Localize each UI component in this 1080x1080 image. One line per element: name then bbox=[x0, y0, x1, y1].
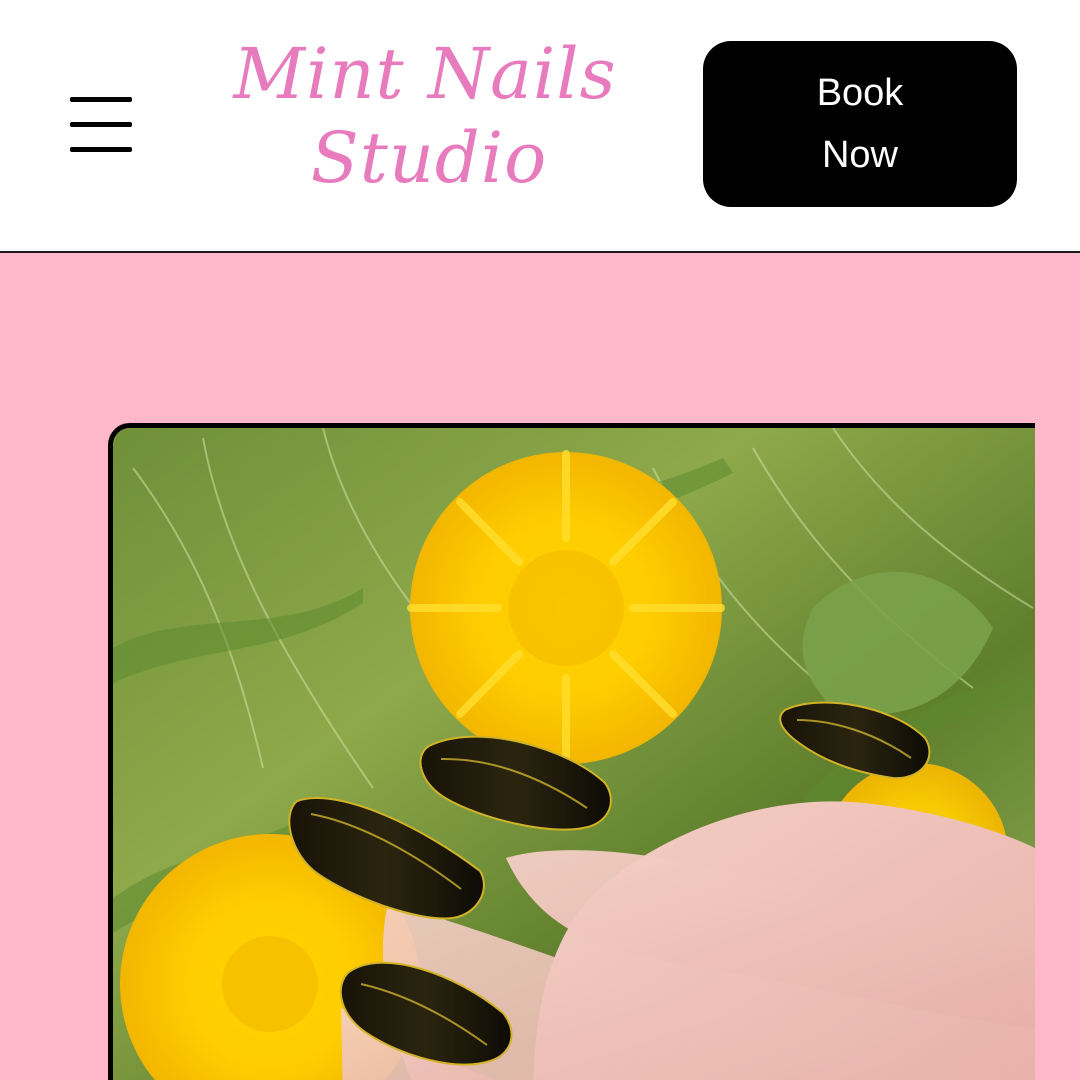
hero-section bbox=[0, 253, 1080, 1080]
book-now-button[interactable]: Book Now bbox=[703, 41, 1017, 207]
book-now-label: Book Now bbox=[816, 72, 904, 176]
logo-line-1: Mint Nails bbox=[233, 33, 617, 115]
nail-photo-frame bbox=[108, 423, 1035, 1080]
studio-logo[interactable]: Mint Nails Studio bbox=[220, 32, 630, 222]
page: Mint Nails Studio Book Now bbox=[0, 0, 1080, 1080]
nail-photo-image bbox=[113, 428, 1035, 1080]
site-header: Mint Nails Studio Book Now bbox=[0, 0, 1080, 253]
logo-line-2: Studio bbox=[310, 117, 548, 199]
menu-button[interactable] bbox=[62, 88, 140, 162]
